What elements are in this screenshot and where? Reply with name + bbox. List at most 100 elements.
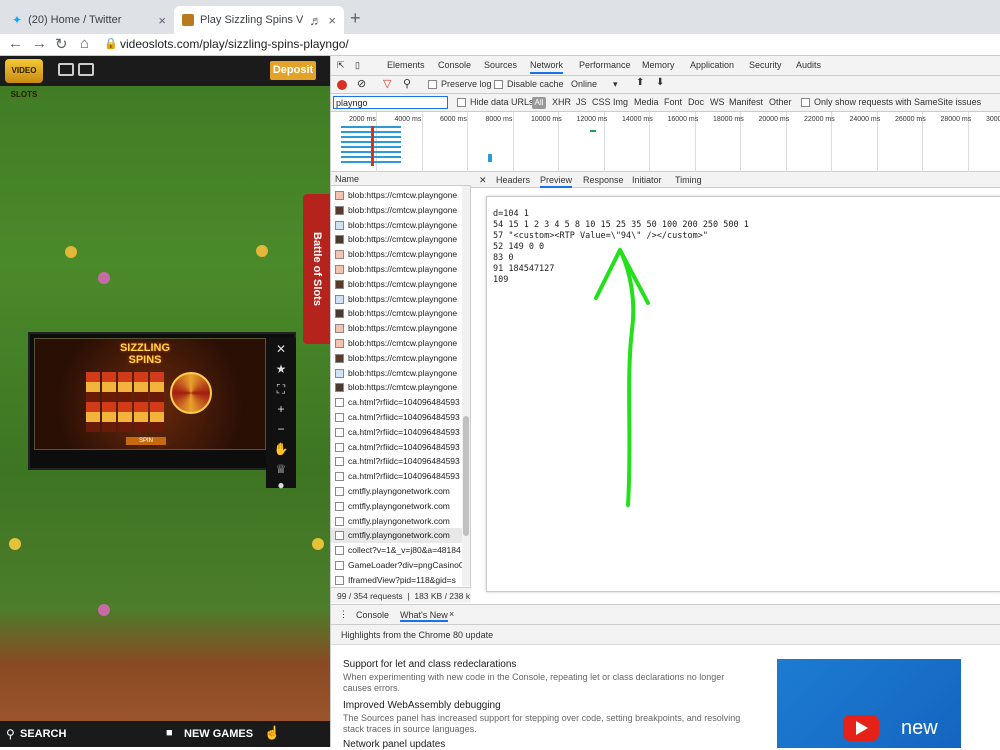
request-row[interactable]: ca.html?rfiidc=104096484593 (331, 469, 463, 484)
tab-performance[interactable]: Performance (579, 60, 631, 70)
tab-network[interactable]: Network (530, 60, 564, 74)
request-row[interactable]: blob:https://cmtcw.playngone (331, 277, 463, 292)
whats-new-item-title[interactable]: Network panel updates (343, 739, 445, 750)
request-row[interactable]: collect?v=1&_v=j80&a=48184 (331, 543, 463, 558)
zoom-in-icon[interactable]: + (266, 402, 296, 416)
battle-of-slots-tab[interactable]: Battle of Slots (303, 194, 330, 344)
drawer-menu-icon[interactable]: ⋮ (339, 609, 348, 620)
request-row[interactable]: cmtfly.playngonetwork.com (331, 528, 463, 544)
lock-icon[interactable]: 🔒 (104, 37, 118, 50)
favorite-star-icon[interactable]: ★ (266, 362, 296, 376)
new-tab-button[interactable]: + (350, 8, 361, 29)
filter-js[interactable]: JS (576, 97, 587, 107)
hand-icon[interactable]: ✋ (266, 442, 296, 456)
chat-icon[interactable]: ● (266, 478, 296, 492)
close-icon[interactable]: ✕ (266, 342, 296, 356)
request-row[interactable]: blob:https://cmtcw.playngone (331, 203, 463, 218)
back-icon[interactable]: ← (8, 35, 23, 52)
request-row[interactable]: blob:https://cmtcw.playngone (331, 380, 463, 395)
record-icon[interactable] (337, 80, 347, 90)
speaker-icon[interactable]: ♬ (309, 13, 322, 28)
request-row[interactable]: blob:https://cmtcw.playngone (331, 262, 463, 277)
download-icon[interactable]: ⬇ (656, 77, 664, 88)
filter-css[interactable]: CSS (592, 97, 611, 107)
search-icon[interactable]: ⚲ (403, 77, 411, 90)
request-row[interactable]: GameLoader?div=pngCasinoG (331, 558, 463, 573)
site-logo[interactable]: VIDEO SLOTS (5, 59, 43, 99)
youtube-play-icon[interactable] (843, 715, 879, 741)
tab-headers[interactable]: Headers (496, 175, 530, 185)
request-row[interactable]: cmtfly.playngonetwork.com (331, 484, 463, 499)
request-row[interactable]: blob:https://cmtcw.playngone (331, 351, 463, 366)
name-column-header[interactable]: Name (331, 172, 471, 186)
request-row[interactable]: blob:https://cmtcw.playngone (331, 366, 463, 381)
search-button[interactable]: SEARCH (20, 728, 66, 740)
close-detail-icon[interactable]: ✕ (479, 175, 487, 186)
deposit-button[interactable]: Deposit (270, 61, 316, 80)
tab-elements[interactable]: Elements (387, 60, 425, 70)
tab-memory[interactable]: Memory (642, 60, 675, 70)
disable-cache-checkbox[interactable] (494, 80, 503, 89)
tab-sources[interactable]: Sources (484, 60, 517, 70)
request-row[interactable]: IframedView?pid=118&gid=s (331, 573, 463, 586)
filter-input[interactable]: playngo (333, 96, 448, 109)
tab-drawer-console[interactable]: Console (356, 610, 389, 620)
tab-audits[interactable]: Audits (796, 60, 821, 70)
tab-console[interactable]: Console (438, 60, 471, 70)
filter-font[interactable]: Font (664, 97, 682, 107)
network-overview-timeline[interactable]: 2000 ms 4000 ms 6000 ms 8000 ms 10000 ms 1200… (331, 112, 1000, 172)
close-tab-icon[interactable]: × (328, 13, 336, 28)
thumbs-up-icon[interactable]: ☝ (264, 725, 280, 741)
tab-preview[interactable]: Preview (540, 175, 573, 188)
request-row[interactable]: cmtfly.playngonetwork.com (331, 514, 463, 529)
tab-security[interactable]: Security (749, 60, 782, 70)
forward-icon[interactable]: → (32, 35, 47, 52)
filter-icon[interactable]: ▽ (383, 77, 391, 90)
monitor-icon[interactable] (58, 63, 74, 76)
filter-ws[interactable]: WS (710, 97, 725, 107)
tab-twitter[interactable]: ✦ (20) Home / Twitter × (4, 6, 174, 34)
tab-response[interactable]: Response (583, 175, 624, 185)
request-row[interactable]: blob:https://cmtcw.playngone (331, 336, 463, 351)
throttle-select[interactable]: Online (571, 79, 597, 89)
filter-img[interactable]: Img (613, 97, 628, 107)
new-games-button[interactable]: NEW GAMES (184, 728, 253, 740)
zoom-out-icon[interactable]: − (266, 422, 296, 436)
device-toggle-icon[interactable]: ▯ (355, 60, 360, 71)
request-row[interactable]: blob:https://cmtcw.playngone (331, 188, 463, 203)
trophy-icon[interactable]: ♕ (266, 462, 296, 476)
request-row[interactable]: blob:https://cmtcw.playngone (331, 232, 463, 247)
preserve-log-checkbox[interactable] (428, 80, 437, 89)
whats-new-item-title[interactable]: Support for let and class redeclarations (343, 659, 516, 670)
close-tab-icon[interactable]: × (158, 13, 166, 28)
filter-other[interactable]: Other (769, 97, 792, 107)
tab-timing[interactable]: Timing (675, 175, 702, 185)
filter-media[interactable]: Media (634, 97, 659, 107)
chevron-down-icon[interactable]: ▾ (613, 79, 618, 90)
clear-icon[interactable]: ⊘ (357, 77, 366, 90)
filter-doc[interactable]: Doc (688, 97, 704, 107)
tab-videoslots[interactable]: Play Sizzling Spins Video Slot ♬ × (174, 6, 344, 34)
inspect-icon[interactable]: ⇱ (337, 60, 345, 71)
request-row[interactable]: ca.html?rfiidc=104096484593 (331, 395, 463, 410)
hide-data-urls-checkbox[interactable] (457, 98, 466, 107)
request-row[interactable]: blob:https://cmtcw.playngone (331, 321, 463, 336)
filter-manifest[interactable]: Manifest (729, 97, 763, 107)
filter-xhr[interactable]: XHR (552, 97, 571, 107)
home-icon[interactable]: ⌂ (80, 35, 89, 52)
whats-new-item-title[interactable]: Improved WebAssembly debugging (343, 700, 501, 711)
request-row[interactable]: ca.html?rfiidc=104096484593 (331, 425, 463, 440)
request-row[interactable]: blob:https://cmtcw.playngone (331, 306, 463, 321)
request-row[interactable]: ca.html?rfiidc=104096484593 (331, 440, 463, 455)
fullscreen-icon[interactable]: ⛶ (266, 382, 296, 397)
request-row[interactable]: cmtfly.playngonetwork.com (331, 499, 463, 514)
whats-new-promo-video[interactable]: new (777, 659, 961, 748)
request-row[interactable]: blob:https://cmtcw.playngone (331, 247, 463, 262)
search-icon[interactable]: ⚲ (6, 727, 15, 741)
filter-all[interactable]: All (532, 97, 546, 109)
reload-icon[interactable]: ↻ (55, 35, 68, 53)
upload-icon[interactable]: ⬆ (636, 77, 644, 88)
response-preview[interactable]: d=104 1 54 15 1 2 3 4 5 8 10 15 25 35 50… (486, 196, 1000, 592)
dual-monitor-icon[interactable] (78, 63, 94, 76)
request-row[interactable]: ca.html?rfiidc=104096484593 (331, 454, 463, 469)
